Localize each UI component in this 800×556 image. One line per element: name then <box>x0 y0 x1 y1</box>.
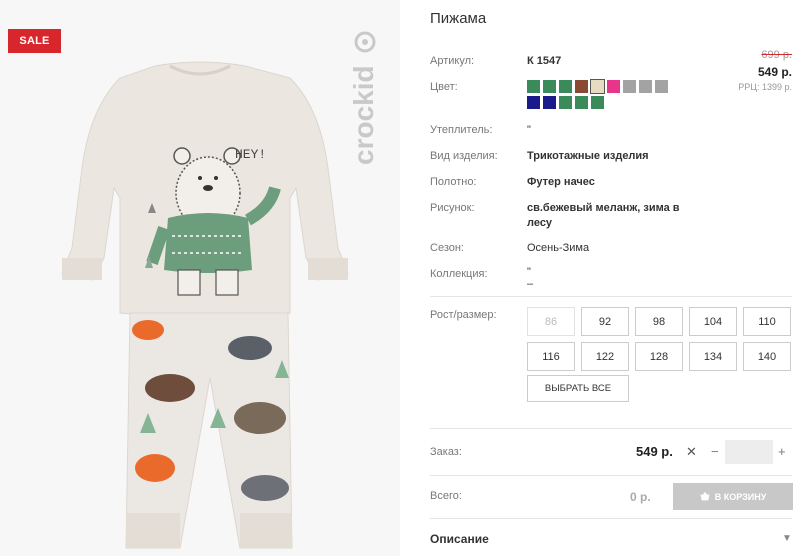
sale-badge: SALE <box>8 29 61 53</box>
season-value: Осень-Зима <box>527 242 590 254</box>
insulation-value: " <box>527 124 531 136</box>
divider <box>430 296 792 297</box>
color-swatch[interactable] <box>575 96 588 109</box>
color-swatch[interactable] <box>527 96 540 109</box>
size-option[interactable]: 86 <box>527 307 575 336</box>
type-label: Вид изделия: <box>430 150 498 162</box>
divider <box>430 428 792 429</box>
fabric-label: Полотно: <box>430 176 477 188</box>
size-option[interactable]: 122 <box>581 342 629 371</box>
print-label: Рисунок: <box>430 202 475 214</box>
basket-icon <box>700 492 710 501</box>
article-value: К 1547 <box>527 55 562 67</box>
color-swatch-selected[interactable] <box>590 79 605 94</box>
increase-qty-button[interactable]: + <box>778 444 786 459</box>
insulation-label: Утеплитель: <box>430 124 493 136</box>
fabric-value: Футер начес <box>527 176 595 188</box>
size-label: Рост/размер: <box>430 309 497 321</box>
size-option[interactable]: 116 <box>527 342 575 371</box>
print-value-line1: св.бежевый меланж, зима в <box>527 202 680 214</box>
size-option[interactable]: 104 <box>689 307 737 336</box>
chevron-down-icon[interactable]: ▼ <box>782 533 792 544</box>
color-swatch[interactable] <box>559 96 572 109</box>
decrease-qty-button[interactable]: − <box>711 444 719 459</box>
color-swatch[interactable] <box>607 80 620 93</box>
order-price: 549 р. <box>636 444 673 459</box>
pajama-illustration: HEY! <box>61 61 349 549</box>
print-value-line2: лесу <box>527 217 553 229</box>
quantity-input[interactable] <box>725 440 773 464</box>
size-option[interactable]: 128 <box>635 342 683 371</box>
divider <box>430 518 792 519</box>
color-swatch[interactable] <box>559 80 572 93</box>
color-swatch[interactable] <box>543 96 556 109</box>
color-swatch[interactable] <box>575 80 588 93</box>
color-swatches <box>527 79 677 109</box>
add-to-cart-label: В КОРЗИНУ <box>714 491 767 502</box>
collection-value-line2: – <box>527 278 534 290</box>
color-swatch[interactable] <box>639 80 652 93</box>
color-swatch[interactable] <box>543 80 556 93</box>
color-swatch[interactable] <box>623 80 636 93</box>
current-price: 549 р. <box>757 65 792 79</box>
total-label: Всего: <box>430 490 462 502</box>
size-option[interactable]: 98 <box>635 307 683 336</box>
total-value: 0 р. <box>630 490 651 504</box>
season-label: Сезон: <box>430 242 464 254</box>
color-label: Цвет: <box>430 81 458 93</box>
color-swatch[interactable] <box>655 80 668 93</box>
article-label: Артикул: <box>430 55 475 67</box>
size-option[interactable]: 140 <box>743 342 791 371</box>
divider <box>430 475 792 476</box>
svg-text:HEY!: HEY! <box>235 147 266 162</box>
select-all-sizes-button[interactable]: ВЫБРАТЬ ВСЕ <box>527 375 629 402</box>
order-label: Заказ: <box>430 446 462 458</box>
clear-order-icon[interactable]: ✕ <box>686 444 697 460</box>
type-value: Трикотажные изделия <box>527 150 649 162</box>
product-image-area: SALE crockid HEY! <box>0 0 400 556</box>
description-title[interactable]: Описание <box>430 532 489 546</box>
add-to-cart-button[interactable]: В КОРЗИНУ <box>673 483 793 510</box>
product-title: Пижама <box>430 10 487 27</box>
rrp-price: РРЦ: 1399 р. <box>738 82 792 92</box>
size-grid: 86 92 98 104 110 116 122 128 134 140 <box>527 307 791 371</box>
color-swatch[interactable] <box>527 80 540 93</box>
collection-value-line1: " <box>527 266 531 278</box>
size-option[interactable]: 134 <box>689 342 737 371</box>
size-option[interactable]: 110 <box>743 307 791 336</box>
size-option[interactable]: 92 <box>581 307 629 336</box>
color-swatch[interactable] <box>591 96 604 109</box>
old-price: 699 р. <box>761 49 792 61</box>
collection-label: Коллекция: <box>430 268 488 280</box>
